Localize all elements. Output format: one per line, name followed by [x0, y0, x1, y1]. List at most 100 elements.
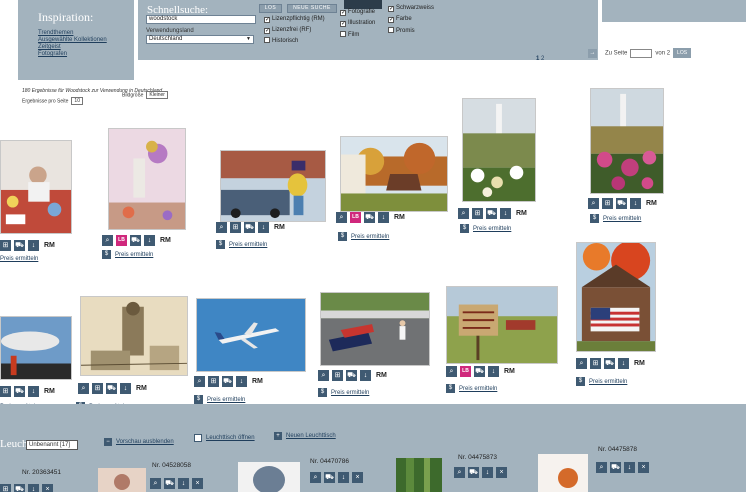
cart-icon[interactable]: ⛟ — [616, 198, 627, 209]
price-link-10[interactable]: $ Preis ermitteln — [318, 388, 369, 397]
lightbox-icon[interactable]: ⊞ — [0, 386, 11, 397]
checkbox-film[interactable]: Film — [340, 31, 359, 39]
download-icon[interactable]: ↓ — [28, 386, 39, 397]
download-icon[interactable]: ↓ — [144, 235, 155, 246]
result-image-2[interactable] — [108, 128, 186, 230]
download-icon[interactable]: ↓ — [178, 478, 189, 489]
lightbox-badge-icon[interactable]: LB — [350, 212, 361, 223]
goto-button[interactable]: LOS — [673, 48, 692, 58]
cart-icon[interactable]: ⛟ — [324, 472, 335, 483]
download-icon[interactable]: ↓ — [28, 484, 39, 492]
download-icon[interactable]: ↓ — [482, 467, 493, 478]
next-page-icon[interactable]: → — [588, 48, 597, 58]
cart-icon[interactable]: ⛟ — [244, 222, 255, 233]
download-icon[interactable]: ↓ — [236, 376, 247, 387]
search-input[interactable]: woodstock — [146, 15, 256, 24]
download-icon[interactable]: ↓ — [338, 472, 349, 483]
download-icon[interactable]: ↓ — [500, 208, 511, 219]
price-link-1[interactable]: Preis ermitteln — [0, 256, 38, 262]
price-link-4[interactable]: $ Preis ermitteln — [338, 232, 389, 241]
lightbox-icon[interactable]: ⊞ — [472, 208, 483, 219]
checkbox-rf[interactable]: ✓ Lizenzfrei (RF) — [264, 26, 311, 34]
download-icon[interactable]: ↓ — [360, 370, 371, 381]
delete-icon[interactable]: × — [42, 484, 53, 492]
result-image-3[interactable] — [220, 150, 326, 222]
download-icon[interactable]: ↓ — [120, 383, 131, 394]
result-image-1[interactable] — [0, 140, 72, 234]
checkbox-color[interactable]: ✓ Farbe — [388, 15, 412, 23]
lightbox-icon[interactable]: ⊞ — [92, 383, 103, 394]
delete-icon[interactable]: × — [638, 462, 649, 473]
download-icon[interactable]: ↓ — [378, 212, 389, 223]
zoom-icon[interactable]: ⌕ — [78, 383, 89, 394]
zoom-icon[interactable]: ⌕ — [336, 212, 347, 223]
cart-icon[interactable]: ⛟ — [468, 467, 479, 478]
result-image-11[interactable] — [446, 286, 558, 364]
lightbox-thumb-2[interactable] — [238, 462, 300, 492]
delete-icon[interactable]: × — [352, 472, 363, 483]
price-link-6[interactable]: $ Preis ermitteln — [590, 214, 641, 223]
cart-icon[interactable]: ⛟ — [164, 478, 175, 489]
search-go-button[interactable]: LOS — [259, 4, 282, 13]
cart-icon[interactable]: ⛟ — [222, 376, 233, 387]
lightbox-thumb-3[interactable] — [396, 458, 442, 492]
zoom-icon[interactable]: ⌕ — [318, 370, 329, 381]
download-icon[interactable]: ↓ — [624, 462, 635, 473]
zoom-icon[interactable]: ⌕ — [194, 376, 205, 387]
country-select[interactable]: Deutschland ▼ — [146, 35, 254, 44]
price-link-9[interactable]: $ Preis ermitteln — [194, 395, 245, 404]
result-image-4[interactable] — [340, 136, 448, 212]
inspiration-link-collections[interactable]: Ausgewählte Kollektionen — [38, 37, 134, 44]
cart-icon[interactable]: ⛟ — [14, 240, 25, 251]
cart-icon[interactable]: ⛟ — [486, 208, 497, 219]
page-2[interactable]: 2 — [541, 56, 544, 62]
download-icon[interactable]: ↓ — [258, 222, 269, 233]
zoom-icon[interactable]: ⌕ — [150, 478, 161, 489]
result-image-9[interactable] — [196, 298, 306, 372]
lightbox-icon[interactable]: ⊞ — [208, 376, 219, 387]
lightbox-thumb-4[interactable] — [538, 454, 588, 492]
price-link-5[interactable]: $ Preis ermitteln — [460, 224, 511, 233]
download-icon[interactable]: ↓ — [488, 366, 499, 377]
zoom-icon[interactable]: ⌕ — [588, 198, 599, 209]
result-image-8[interactable] — [80, 296, 188, 376]
cart-icon[interactable]: ⛟ — [130, 235, 141, 246]
hide-preview-option[interactable]: − Vorschau ausblenden — [104, 438, 174, 446]
lightbox-icon[interactable]: ⊞ — [332, 370, 343, 381]
result-image-6[interactable] — [590, 88, 664, 194]
cart-icon[interactable]: ⛟ — [610, 462, 621, 473]
price-link-11[interactable]: $ Preis ermitteln — [446, 384, 497, 393]
cart-icon[interactable]: ⛟ — [364, 212, 375, 223]
download-icon[interactable]: ↓ — [630, 198, 641, 209]
new-lightbox-option[interactable]: + Neuen Leuchttisch — [274, 432, 336, 440]
download-icon[interactable]: ↓ — [618, 358, 629, 369]
checkbox-historic[interactable]: Historisch — [264, 37, 298, 45]
cart-icon[interactable]: ⛟ — [14, 484, 25, 492]
image-size-select[interactable]: Kleiner — [146, 91, 168, 99]
cart-icon[interactable]: ⛟ — [346, 370, 357, 381]
lightbox-select[interactable]: Unbenannt [17] — [26, 440, 78, 450]
checkbox-celebs[interactable]: Promis — [388, 27, 415, 35]
lightbox-icon[interactable]: ⊞ — [0, 484, 11, 492]
lightbox-badge-icon[interactable]: LB — [460, 366, 471, 377]
lightbox-icon[interactable]: ⊞ — [0, 240, 11, 251]
inspiration-link-photographers[interactable]: Fotografen — [38, 51, 134, 58]
checkbox-illustration[interactable]: ✓ Illustration — [340, 19, 375, 27]
cart-icon[interactable]: ⛟ — [474, 366, 485, 377]
result-image-12[interactable] — [576, 242, 656, 352]
cart-icon[interactable]: ⛟ — [604, 358, 615, 369]
cart-icon[interactable]: ⛟ — [106, 383, 117, 394]
result-image-7[interactable] — [0, 316, 72, 380]
zoom-icon[interactable]: ⌕ — [454, 467, 465, 478]
goto-page-input[interactable] — [630, 48, 653, 58]
open-lightbox-option[interactable]: Leuchttisch öffnen — [194, 434, 255, 442]
zoom-icon[interactable]: ⌕ — [102, 235, 113, 246]
zoom-icon[interactable]: ⌕ — [446, 366, 457, 377]
cart-icon[interactable]: ⛟ — [14, 386, 25, 397]
zoom-icon[interactable]: ⌕ — [310, 472, 321, 483]
delete-icon[interactable]: × — [496, 467, 507, 478]
inspiration-link-trends[interactable]: Trendthemen — [38, 30, 134, 37]
checkbox-photo[interactable]: ✓ Fotografie — [340, 8, 375, 16]
price-link-2[interactable]: $ Preis ermitteln — [102, 250, 153, 259]
download-icon[interactable]: ↓ — [28, 240, 39, 251]
